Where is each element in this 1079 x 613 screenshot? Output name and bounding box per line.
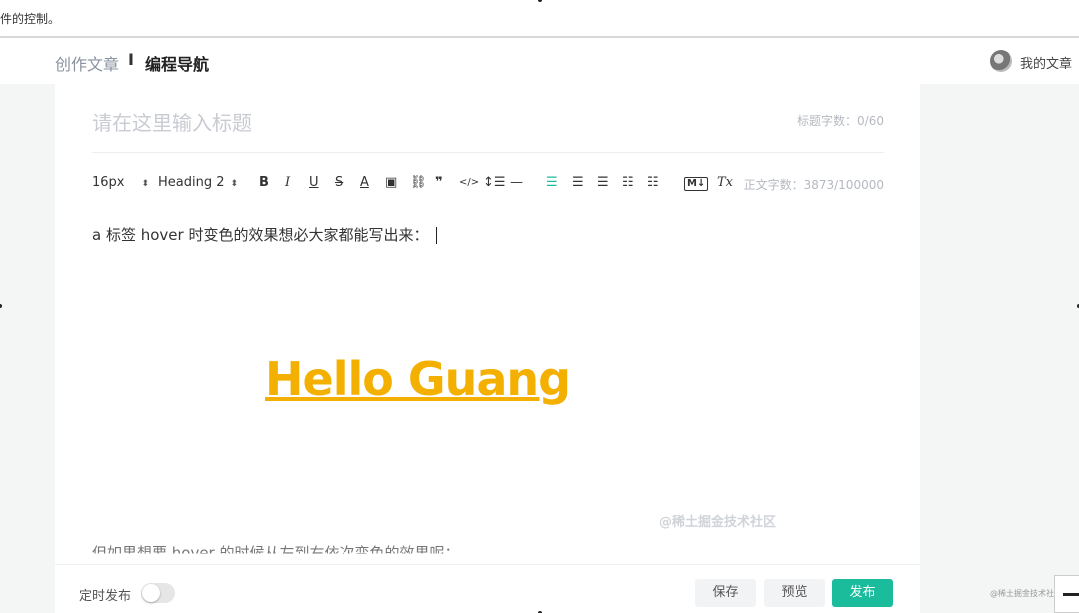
image-watermark: @稀土掘金技术社区 xyxy=(658,515,776,530)
align-left-icon[interactable]: ☰ xyxy=(546,174,558,192)
previous-page-text: 件的控制。 xyxy=(0,12,61,26)
publish-button[interactable]: 发布 xyxy=(832,579,893,607)
strikethrough-icon[interactable]: S xyxy=(335,174,343,192)
word-count: 正文字数：3873/100000 xyxy=(743,178,884,192)
align-center-icon[interactable]: ☰ xyxy=(572,174,584,192)
right-gutter xyxy=(920,84,1079,613)
save-button[interactable]: 保存 xyxy=(695,579,756,607)
align-right-icon[interactable]: ☰ xyxy=(597,174,609,192)
corner-bar xyxy=(1063,593,1079,596)
ordered-list-icon[interactable]: ☷ xyxy=(622,174,634,192)
bullet-list-icon[interactable]: ☷ xyxy=(647,174,659,192)
schedule-toggle[interactable] xyxy=(141,583,175,603)
heading-value: Heading 2 xyxy=(158,175,225,190)
title-input[interactable]: 请在这里输入标题 xyxy=(92,107,252,136)
select-arrow-icon: ⬍ xyxy=(230,179,239,189)
markdown-icon[interactable]: M↓ xyxy=(684,177,709,191)
quote-icon[interactable]: ❞ xyxy=(435,174,443,192)
image-icon[interactable]: ▣ xyxy=(385,174,397,192)
heading-select[interactable]: Heading 2 ⬍ xyxy=(158,174,238,193)
horizontal-rule-icon[interactable]: — xyxy=(510,174,523,192)
editor-panel: 请在这里输入标题 标题字数：0/60 16px ⬍ Heading 2 ⬍ B I … xyxy=(55,84,920,564)
code-icon[interactable]: </> xyxy=(459,174,479,192)
clear-format-icon[interactable]: Tx xyxy=(717,174,733,192)
paragraph: a 标签 hover 时变色的效果想必大家都能写出来： xyxy=(92,226,429,244)
my-articles-link[interactable]: 我的文章 xyxy=(1020,53,1072,72)
breadcrumb-separator: I xyxy=(128,50,134,69)
font-size-select[interactable]: 16px ⬍ xyxy=(92,174,149,193)
select-arrow-icon: ⬍ xyxy=(141,179,150,189)
font-color-icon[interactable]: A xyxy=(360,174,369,192)
corner-widget[interactable] xyxy=(1054,575,1079,613)
image-hello-text: Hello Guang xyxy=(265,352,571,406)
link-icon[interactable]: ⛓ xyxy=(410,174,427,192)
preview-button[interactable]: 预览 xyxy=(764,579,825,607)
title-divider xyxy=(92,152,884,153)
font-size-value: 16px xyxy=(92,175,125,190)
underline-icon[interactable]: U xyxy=(309,174,319,192)
editor-header: 创作文章 I 编程导航 我的文章 xyxy=(0,40,1079,84)
previous-page-strip: 件的控制。 xyxy=(0,0,1079,38)
avatar[interactable] xyxy=(990,50,1012,72)
left-gutter xyxy=(0,84,55,613)
corner-watermark: @稀土掘金技术社区 xyxy=(990,589,1062,598)
bold-icon[interactable]: B xyxy=(259,174,269,192)
toggle-knob xyxy=(142,584,160,602)
title-count: 标题字数：0/60 xyxy=(797,114,884,128)
breadcrumb-create[interactable]: 创作文章 xyxy=(55,51,119,75)
editor-content[interactable]: a 标签 hover 时变色的效果想必大家都能写出来： xyxy=(92,224,438,245)
embedded-image: Hello Guang @稀土掘金技术社区 xyxy=(92,244,788,534)
paragraph: 但如果想要 hover 的时候从左到右依次变色的效果呢： xyxy=(92,544,460,562)
line-height-icon[interactable]: ↕☰ xyxy=(483,174,506,192)
editor-footer: 定时发布 保存 预览 发布 xyxy=(55,564,920,613)
text-caret xyxy=(436,226,438,245)
page-title: 编程导航 xyxy=(145,55,210,74)
schedule-label: 定时发布 xyxy=(79,589,132,604)
italic-icon[interactable]: I xyxy=(285,174,290,192)
